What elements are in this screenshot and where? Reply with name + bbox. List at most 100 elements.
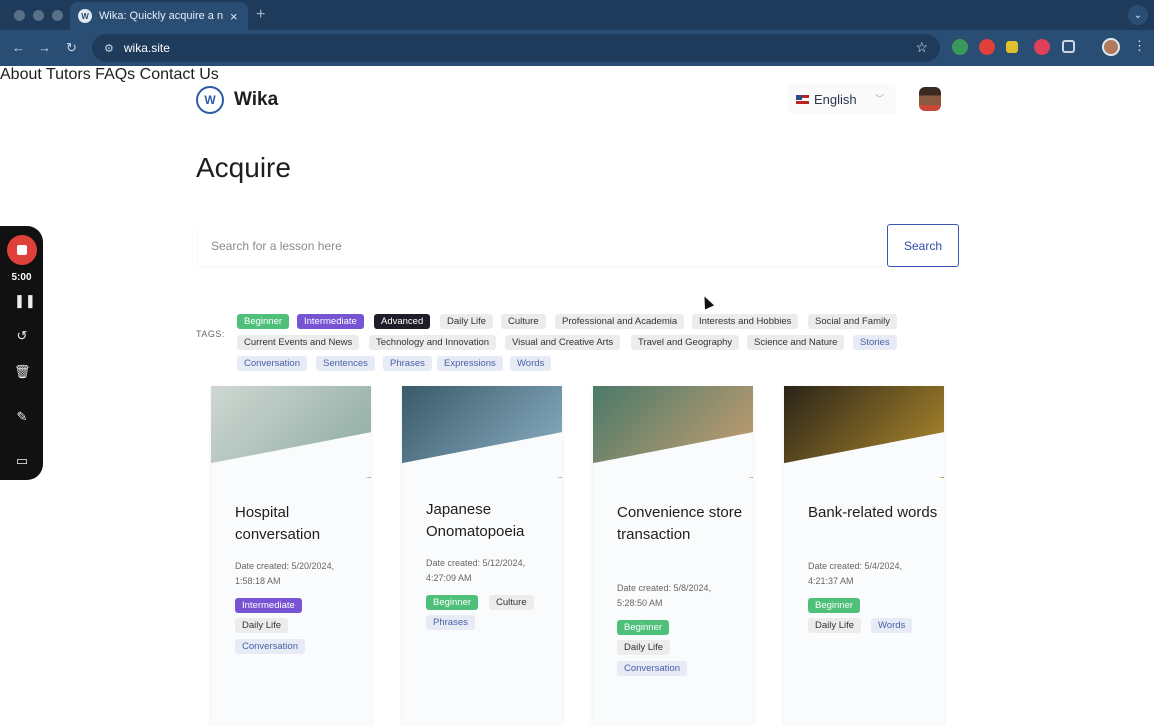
tag-filter-chip[interactable]: Technology and Innovation — [369, 335, 497, 350]
new-tab-icon[interactable]: + — [256, 6, 265, 24]
tab-search-icon[interactable]: ⌄ — [1128, 5, 1148, 25]
nav-contact-us[interactable]: Contact Us — [140, 66, 219, 83]
tag-filter-chip[interactable]: Advanced — [374, 314, 431, 329]
forward-icon[interactable]: → — [38, 40, 51, 55]
lesson-search-input[interactable] — [198, 226, 883, 266]
pause-icon[interactable]: ❚❚ — [14, 293, 36, 309]
extension-icon[interactable] — [979, 39, 995, 55]
language-label: English — [814, 91, 857, 107]
tag-filter-chip[interactable]: Conversation — [237, 356, 307, 371]
tag-filter-chip[interactable]: Sentences — [316, 356, 375, 371]
lesson-tag-chip[interactable]: Beginner — [617, 620, 670, 635]
minimize-window-button[interactable] — [33, 10, 44, 21]
screen-recorder-toolbar: 5:00 ❚❚ ↺ 🗑 ✎ ▭ — [0, 226, 43, 480]
tag-filter-chip[interactable]: Daily Life — [440, 314, 494, 329]
site-logo[interactable]: W Wika — [196, 86, 278, 114]
browser-menu-icon[interactable]: ⋮ — [1133, 38, 1146, 54]
lesson-tag-chip[interactable]: Culture — [489, 595, 534, 610]
extension-icon[interactable] — [1034, 39, 1050, 55]
tab-title: Wika: Quickly acquire a new l — [99, 10, 223, 22]
browser-chrome: W Wika: Quickly acquire a new l × + ⌄ ← … — [0, 0, 1154, 66]
lesson-tag-chip[interactable]: Beginner — [426, 595, 479, 610]
page: W Wika About Tutors FAQs Contact Us Engl… — [0, 66, 1154, 726]
lesson-tag-chip[interactable]: Conversation — [617, 661, 687, 676]
lesson-tag-chip[interactable]: Daily Life — [808, 618, 862, 633]
tag-filter-chip[interactable]: Science and Nature — [747, 335, 845, 350]
lesson-title: Convenience store transaction — [617, 504, 743, 543]
tag-filter-chip[interactable]: Words — [510, 356, 552, 371]
tag-filter-chip[interactable]: Travel and Geography — [631, 335, 740, 350]
nav-about[interactable]: About — [0, 66, 42, 83]
lesson-tag-chip[interactable]: Beginner — [808, 598, 861, 613]
search-button[interactable]: Search — [887, 224, 959, 267]
tag-filter-chip[interactable]: Phrases — [383, 356, 432, 371]
us-flag-icon — [796, 94, 809, 104]
tag-filter-chip[interactable]: Social and Family — [808, 314, 897, 329]
delete-icon[interactable]: 🗑 — [14, 364, 31, 380]
browser-profile-avatar[interactable] — [1102, 38, 1120, 56]
lesson-tag-chip[interactable]: Daily Life — [617, 640, 671, 655]
nav-faqs[interactable]: FAQs — [95, 66, 135, 83]
lesson-date: Date created: 5/12/2024, 4:27:09 AM — [426, 558, 526, 583]
address-bar[interactable]: ⚙ wika.site ☆ — [92, 34, 940, 62]
site-favicon-icon: W — [78, 9, 92, 23]
tag-filter-chip[interactable]: Current Events and News — [237, 335, 360, 350]
lesson-title: Bank-related words — [808, 504, 938, 521]
lesson-date: Date created: 5/8/2024, 5:28:50 AM — [617, 583, 712, 608]
url-text: wika.site — [123, 41, 170, 55]
lesson-tag-chip[interactable]: Words — [871, 618, 913, 633]
reload-icon[interactable]: ↻ — [66, 40, 77, 56]
lesson-card[interactable]: Bank-related words Date created: 5/4/2024… — [784, 386, 944, 726]
back-icon[interactable]: ← — [12, 40, 25, 55]
recording-timer: 5:00 — [11, 272, 32, 283]
window-controls — [14, 10, 63, 21]
lesson-tag-chip[interactable]: Daily Life — [235, 618, 289, 633]
extension-icon[interactable] — [1006, 41, 1018, 53]
lesson-title: Hospital conversation — [235, 504, 321, 543]
lesson-card[interactable]: Hospital conversation Date created: 5/20/… — [211, 386, 371, 726]
tag-filter-chip[interactable]: Interests and Hobbies — [692, 314, 799, 329]
lesson-card[interactable]: Convenience store transaction Date create… — [593, 386, 753, 726]
tag-filter-chip[interactable]: Visual and Creative Arts — [505, 335, 621, 350]
tags-label: TAGS: — [196, 329, 225, 339]
lesson-date: Date created: 5/20/2024, 1:58:18 AM — [235, 561, 335, 586]
brand-name: Wika — [234, 89, 279, 110]
lesson-title: Japanese Onomatopoeia — [426, 501, 525, 540]
language-select[interactable]: English ﹀ — [788, 84, 896, 114]
stop-icon — [17, 245, 27, 255]
lesson-thumbnail — [402, 386, 562, 478]
user-avatar[interactable] — [919, 87, 941, 111]
lesson-thumbnail — [211, 386, 371, 478]
tag-filter-chip[interactable]: Stories — [853, 335, 897, 350]
stop-recording-button[interactable] — [7, 235, 37, 265]
extension-icon[interactable] — [952, 39, 968, 55]
extensions-puzzle-icon[interactable] — [1062, 40, 1075, 53]
close-window-button[interactable] — [14, 10, 25, 21]
page-title: Acquire — [196, 152, 291, 183]
browser-tab[interactable]: W Wika: Quickly acquire a new l × — [70, 2, 248, 30]
tag-filter-chip[interactable]: Intermediate — [297, 314, 364, 329]
maximize-window-button[interactable] — [52, 10, 63, 21]
lesson-thumbnail — [593, 386, 753, 478]
tag-filter-chip[interactable]: Beginner — [237, 314, 290, 329]
lesson-card[interactable]: Japanese Onomatopoeia Date created: 5/12/… — [402, 386, 562, 726]
camera-icon[interactable]: ▭ — [14, 453, 30, 469]
bookmark-star-icon[interactable]: ☆ — [915, 39, 928, 56]
main-nav: About Tutors FAQs Contact Us — [0, 66, 1154, 84]
tag-filter-chip[interactable]: Expressions — [437, 356, 503, 371]
nav-tutors[interactable]: Tutors — [46, 66, 91, 83]
mouse-cursor-icon — [699, 294, 715, 310]
chevron-down-icon: ﹀ — [874, 94, 884, 104]
lesson-tag-chip[interactable]: Intermediate — [235, 598, 302, 613]
lesson-tag-chip[interactable]: Conversation — [235, 639, 305, 654]
close-tab-icon[interactable]: × — [230, 9, 238, 24]
tag-filter-chip[interactable]: Professional and Academia — [555, 314, 685, 329]
lesson-tag-chip[interactable]: Phrases — [426, 615, 475, 630]
site-settings-icon[interactable]: ⚙ — [104, 42, 114, 55]
restart-icon[interactable]: ↺ — [14, 328, 30, 344]
logo-icon: W — [196, 86, 224, 114]
draw-icon[interactable]: ✎ — [14, 409, 30, 425]
lesson-thumbnail — [784, 386, 944, 478]
lesson-date: Date created: 5/4/2024, 4:21:37 AM — [808, 561, 903, 586]
tag-filter-chip[interactable]: Culture — [501, 314, 546, 329]
